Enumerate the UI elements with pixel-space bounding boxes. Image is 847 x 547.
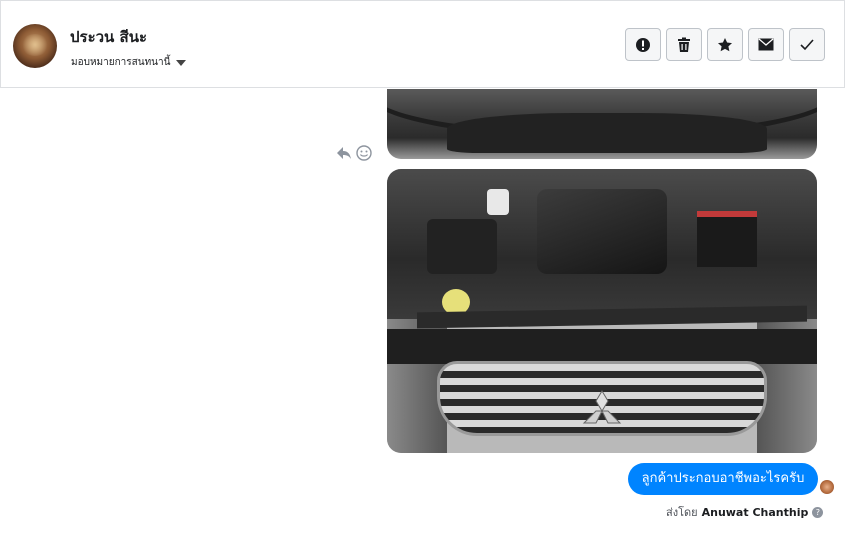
car-logo-icon <box>582 390 622 424</box>
done-button[interactable] <box>789 28 825 61</box>
check-icon <box>800 38 814 50</box>
coolant-cap <box>487 189 509 215</box>
sent-by-line: ส่งโดย Anuwat Chanthip ? <box>666 503 824 521</box>
smiley-icon[interactable] <box>356 145 372 161</box>
battery <box>697 211 757 267</box>
trash-icon <box>678 37 690 52</box>
delete-button[interactable] <box>666 28 702 61</box>
radiator-cowl <box>387 329 817 364</box>
message-reactions <box>336 145 372 161</box>
header-actions <box>625 28 825 61</box>
reply-icon[interactable] <box>336 146 352 160</box>
assign-conversation-dropdown[interactable]: มอบหมายการสนทนานี้ <box>71 55 187 70</box>
alert-icon <box>636 37 650 52</box>
engine-block <box>537 189 667 274</box>
airbox <box>427 219 497 274</box>
seen-avatar <box>820 480 834 494</box>
sent-by-name: Anuwat Chanthip <box>701 505 809 519</box>
attached-photo-interior[interactable] <box>387 89 817 159</box>
assign-label: มอบหมายการสนทนานี้ <box>71 57 171 68</box>
unread-button[interactable] <box>748 28 784 61</box>
contact-name[interactable]: ประวน สีนะ <box>70 25 147 49</box>
conversation-header: ประวน สีนะ มอบหมายการสนทนานี้ <box>0 0 845 88</box>
attached-photo-engine[interactable] <box>387 169 817 453</box>
star-button[interactable] <box>707 28 743 61</box>
star-icon <box>718 37 732 51</box>
help-icon[interactable]: ? <box>812 506 824 518</box>
spam-button[interactable] <box>625 28 661 61</box>
outgoing-message-bubble[interactable]: ลูกค้าประกอบอาชีพอะไรครับ <box>628 463 818 495</box>
message-thread: ลูกค้าประกอบอาชีพอะไรครับ ส่งโดย Anuwat … <box>0 89 847 547</box>
contact-avatar[interactable] <box>13 24 57 68</box>
sent-by-prefix: ส่งโดย <box>666 506 698 519</box>
caret-down-icon <box>176 59 187 66</box>
envelope-icon <box>758 38 774 51</box>
